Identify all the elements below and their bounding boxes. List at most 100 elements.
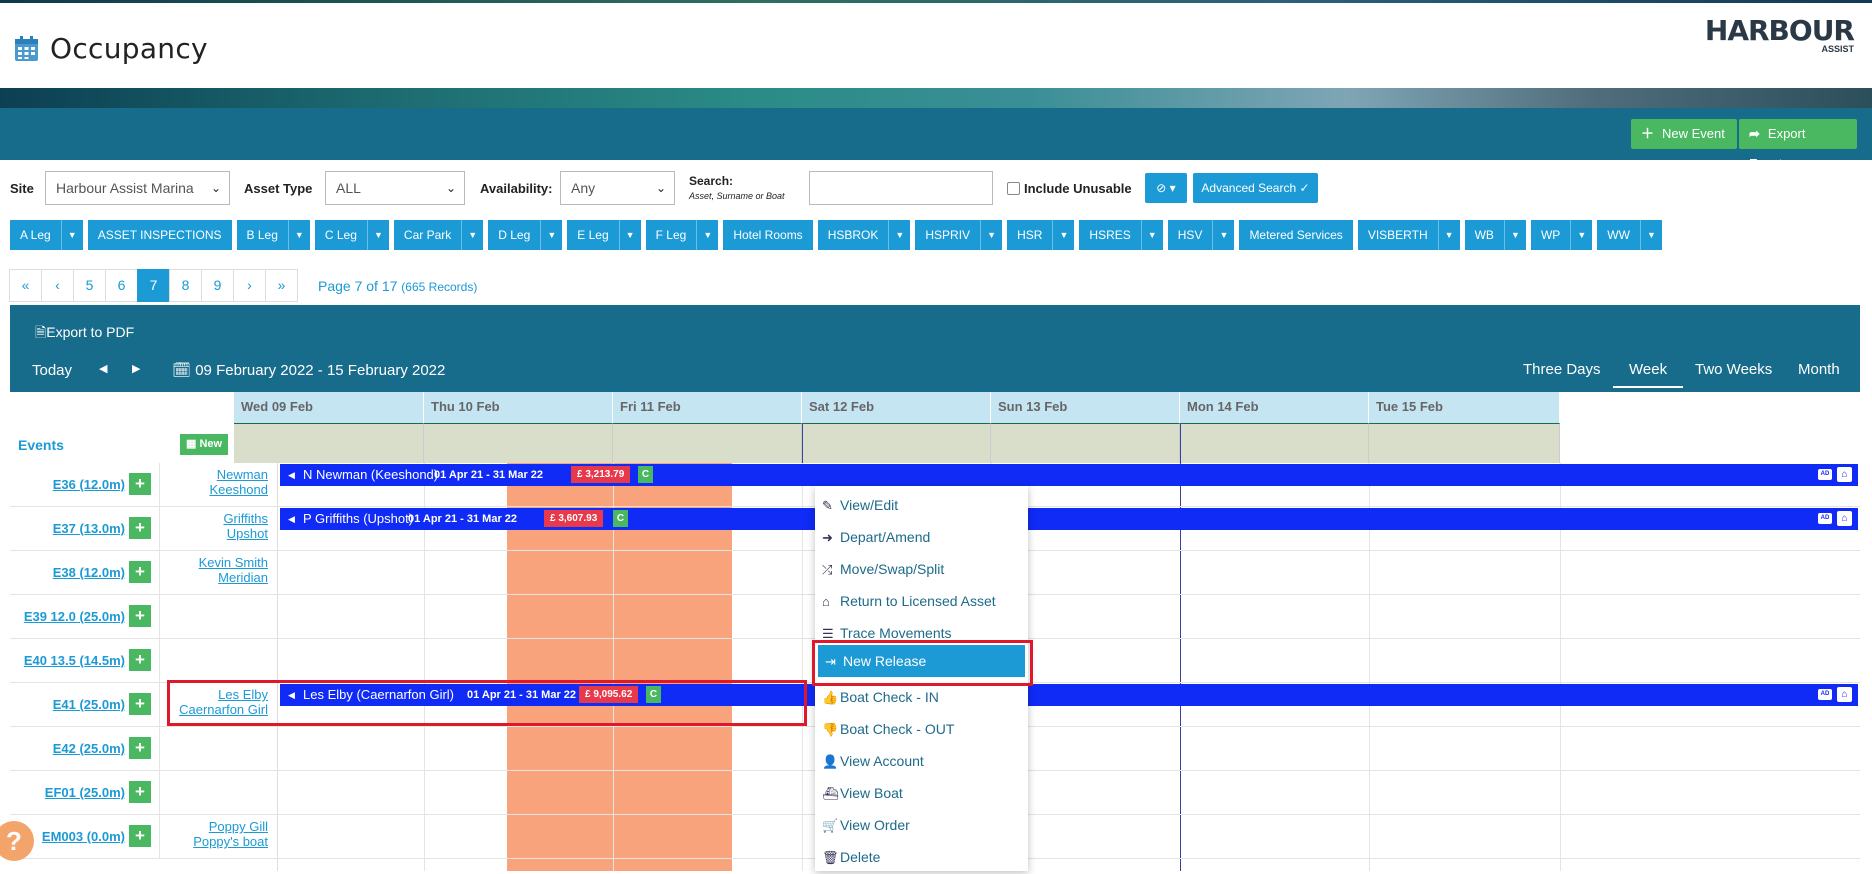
next-week-icon[interactable]: ▶ [132, 362, 140, 375]
asset-type-select[interactable]: ALL ⌄ [325, 171, 465, 205]
page-button[interactable]: 7 [137, 269, 170, 302]
caret-down-icon[interactable]: ▼ [980, 220, 1002, 250]
customer-cell[interactable] [160, 727, 278, 771]
caret-down-icon[interactable]: ▼ [696, 220, 718, 250]
asset-group-tab[interactable]: B Leg ▼ [236, 220, 310, 250]
booking-bar[interactable]: ◀ N Newman (Keeshond) 01 Apr 21 - 31 Mar 2… [280, 464, 1858, 486]
asset-link[interactable]: E42 (25.0m) [53, 741, 125, 756]
asset-link[interactable]: E39 12.0 (25.0m) [24, 609, 125, 624]
new-event-button[interactable]: ＋ New Event [1631, 119, 1737, 149]
asset-group-tab[interactable]: E Leg ▼ [567, 220, 641, 250]
caret-down-icon[interactable]: ▼ [1212, 220, 1234, 250]
page-button[interactable]: 8 [169, 269, 202, 302]
asset-group-tab[interactable]: WW ▼ [1597, 220, 1662, 250]
menu-item-delete[interactable]: 🗑Delete [815, 841, 1028, 873]
menu-item-depart-amend[interactable]: ➜ Depart/Amend [815, 521, 1028, 553]
asset-group-tab[interactable]: HSV ▼ [1167, 220, 1235, 250]
asset-group-tab[interactable]: HSBROK ▼ [817, 220, 911, 250]
today-button[interactable]: Today [32, 362, 72, 379]
boat-name[interactable]: Poppy's boat [160, 834, 268, 849]
page-button[interactable]: 5 [73, 269, 106, 302]
add-booking-button[interactable]: + [129, 649, 151, 671]
boat-name[interactable]: Meridian [160, 570, 268, 585]
booking-bar[interactable]: ◀ P Griffiths (Upshot) 01 Apr 21 - 31 Mar … [280, 508, 1858, 530]
customer-cell[interactable] [160, 639, 278, 683]
add-booking-button[interactable]: + [129, 737, 151, 759]
asset-link[interactable]: EM003 (0.0m) [42, 829, 125, 844]
caret-down-icon[interactable]: ▼ [888, 220, 910, 250]
page-prev-button[interactable]: ‹ [41, 269, 74, 302]
caret-down-icon[interactable]: ▼ [1140, 220, 1163, 250]
asset-group-tab[interactable]: A Leg ▼ [10, 220, 83, 250]
menu-item-return-to-licensed-asset[interactable]: ⌂ Return to Licensed Asset [815, 585, 1028, 617]
search-input[interactable] [809, 171, 993, 205]
view-month[interactable]: Month [1798, 361, 1840, 378]
page-last-button[interactable]: » [265, 269, 298, 302]
add-booking-button[interactable]: + [129, 781, 151, 803]
asset-group-tab[interactable]: HSRES ▼ [1079, 220, 1163, 250]
asset-link[interactable]: E41 (25.0m) [53, 697, 125, 712]
asset-link[interactable]: E37 (13.0m) [53, 521, 125, 536]
asset-group-tab[interactable]: C Leg ▼ [314, 220, 389, 250]
prev-week-icon[interactable]: ◀ [99, 362, 107, 375]
customer-cell[interactable]: Griffiths Upshot [160, 507, 278, 551]
asset-group-tab[interactable]: Car Park ▼ [393, 220, 484, 250]
menu-item-move-swap-split[interactable]: ⤮ Move/Swap/Split [815, 553, 1028, 585]
caret-down-icon[interactable]: ▼ [1437, 220, 1460, 250]
availability-select[interactable]: Any ⌄ [560, 171, 675, 205]
customer-cell[interactable]: Poppy Gill Poppy's boat [160, 815, 278, 859]
asset-group-tab[interactable]: WB ▼ [1464, 220, 1526, 250]
customer-name[interactable]: Newman [160, 467, 268, 482]
add-booking-button[interactable]: + [129, 825, 151, 847]
asset-group-tab[interactable]: HSPRIV ▼ [915, 220, 1003, 250]
customer-name[interactable]: Griffiths [160, 511, 268, 526]
view-two-weeks[interactable]: Two Weeks [1695, 361, 1772, 378]
caret-down-icon[interactable]: ▼ [1570, 220, 1592, 250]
add-booking-button[interactable]: + [129, 517, 151, 539]
page-button[interactable]: 9 [201, 269, 234, 302]
add-booking-button[interactable]: + [129, 605, 151, 627]
caret-down-icon[interactable]: ▼ [1503, 220, 1526, 250]
asset-group-tab[interactable]: WP ▼ [1530, 220, 1593, 250]
caret-down-icon[interactable]: ▼ [461, 220, 483, 250]
menu-item-view-boat[interactable]: ⛴View Boat [815, 777, 1028, 809]
advanced-search-button[interactable]: Advanced Search ✓ [1193, 173, 1318, 203]
asset-link[interactable]: E40 13.5 (14.5m) [24, 653, 125, 668]
asset-group-tab[interactable]: D Leg ▼ [488, 220, 563, 250]
menu-item-view-account[interactable]: 👤 View Account [815, 745, 1028, 777]
new-event-small-button[interactable]: ▦ New [180, 434, 229, 455]
caret-down-icon[interactable]: ▼ [366, 220, 389, 250]
export-events-button[interactable]: ➦ Export Events [1739, 119, 1857, 171]
asset-group-tab[interactable]: Hotel Rooms [723, 220, 813, 250]
view-week[interactable]: Week [1613, 361, 1684, 388]
menu-item-boat-check-out[interactable]: 👎 Boat Check - OUT [815, 713, 1028, 745]
page-next-button[interactable]: › [233, 269, 266, 302]
caret-down-icon[interactable]: ▼ [287, 220, 310, 250]
customer-cell[interactable] [160, 595, 278, 639]
customer-cell[interactable]: Kevin Smith Meridian [160, 551, 278, 595]
caret-down-icon[interactable]: ▼ [60, 220, 83, 250]
customer-name[interactable]: Poppy Gill [160, 819, 268, 834]
asset-group-tab[interactable]: ASSET INSPECTIONS [87, 220, 232, 250]
asset-group-tab[interactable]: HSR ▼ [1007, 220, 1075, 250]
site-select[interactable]: Harbour Assist Marina ⌄ [45, 171, 230, 205]
customer-name[interactable]: Kevin Smith [160, 555, 268, 570]
include-unusable-checkbox[interactable] [1007, 182, 1020, 195]
asset-group-tab[interactable]: VISBERTH ▼ [1357, 220, 1460, 250]
menu-item-view-edit[interactable]: ✎ View/Edit [815, 489, 1028, 521]
customer-cell[interactable] [160, 771, 278, 815]
add-booking-button[interactable]: + [129, 693, 151, 715]
caret-down-icon[interactable]: ▼ [540, 220, 562, 250]
date-range[interactable]: 🗓 09 February 2022 - 15 February 2022 [172, 361, 445, 379]
asset-group-tab[interactable]: Metered Services [1239, 220, 1353, 250]
clear-filter-button[interactable]: ⊘ ▾ [1145, 173, 1187, 203]
caret-down-icon[interactable]: ▼ [1639, 220, 1662, 250]
export-pdf-button[interactable]: 🗎Export to PDF [35, 322, 134, 346]
asset-link[interactable]: EF01 (25.0m) [45, 785, 125, 800]
menu-item-view-order[interactable]: 🛒 View Order [815, 809, 1028, 841]
asset-link[interactable]: E36 (12.0m) [53, 477, 125, 492]
add-booking-button[interactable]: + [129, 561, 151, 583]
page-first-button[interactable]: « [9, 269, 42, 302]
caret-down-icon[interactable]: ▼ [618, 220, 641, 250]
asset-link[interactable]: E38 (12.0m) [53, 565, 125, 580]
